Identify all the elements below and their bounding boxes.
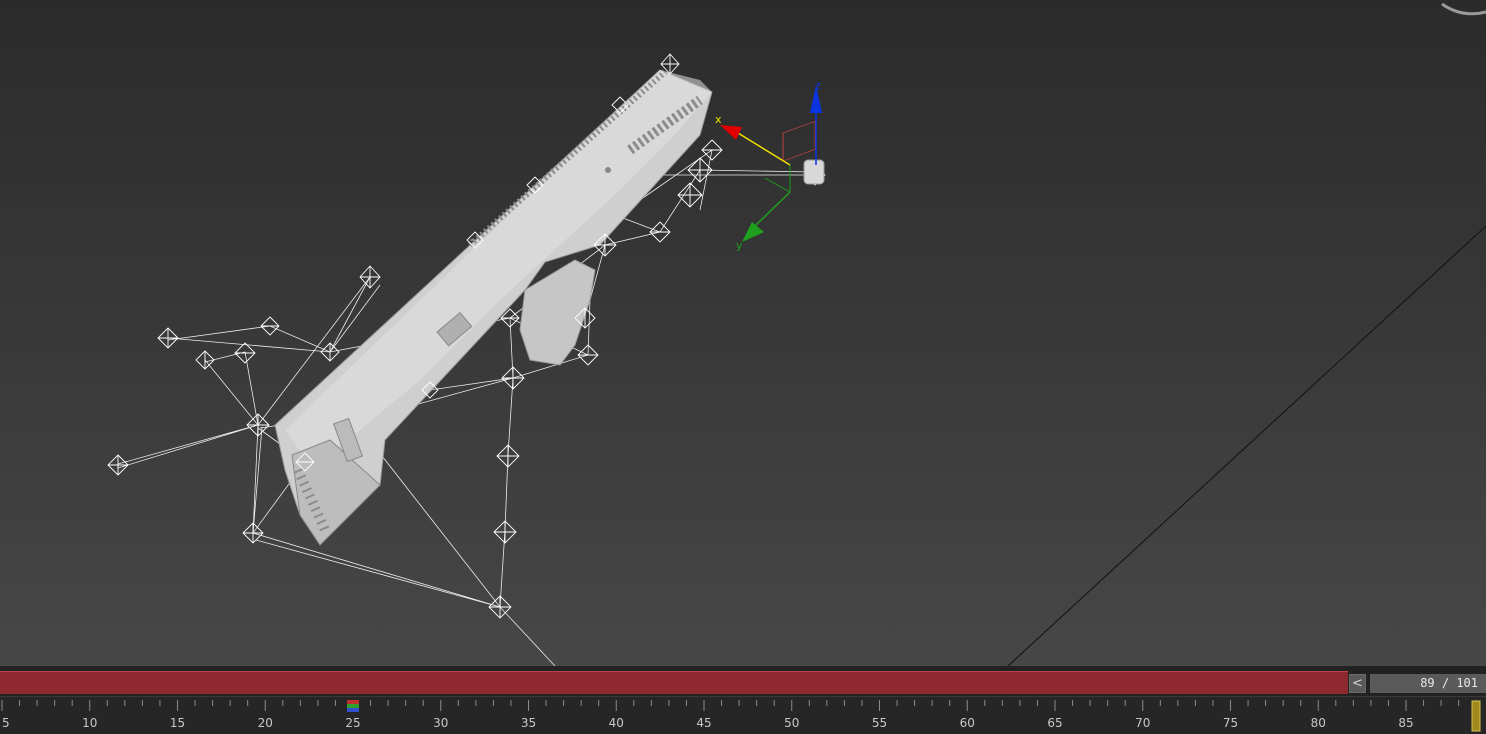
ruler-label: 65 [1047, 716, 1062, 730]
gizmo-y-axis[interactable] [754, 191, 791, 227]
time-slider-track[interactable] [0, 671, 1348, 694]
track-bar[interactable]: 5 10 15 20 25 30 35 40 45 50 55 60 65 70 75 80 85 [0, 696, 1486, 734]
selected-object[interactable] [803, 159, 825, 185]
previous-frame-button[interactable]: < [1349, 674, 1366, 693]
perspective-viewport[interactable]: x y z [0, 0, 1486, 666]
ruler-label: 30 [433, 716, 448, 730]
ruler-label: 35 [521, 716, 536, 730]
rifle-mesh[interactable] [274, 69, 713, 546]
ruler-label: 55 [872, 716, 887, 730]
ruler-label: 80 [1311, 716, 1326, 730]
ruler-label: 10 [82, 716, 97, 730]
gizmo-y-label: y [736, 239, 743, 252]
rig-bone-links [117, 149, 816, 666]
keyframe-marker[interactable] [347, 700, 359, 704]
keyframe-marker[interactable] [347, 704, 359, 708]
viewport-scene[interactable]: x y z [0, 0, 1486, 666]
ruler-label: 20 [258, 716, 273, 730]
keyframe-marker[interactable] [347, 708, 359, 712]
gizmo-x-label: x [715, 113, 722, 126]
ruler-label: 70 [1135, 716, 1150, 730]
home-grid-line [1007, 225, 1486, 666]
ruler-label: 15 [170, 716, 185, 730]
ruler-label: 85 [1398, 716, 1413, 730]
gizmo-x-arrow-icon[interactable] [720, 125, 742, 140]
gizmo-z-label: z [815, 79, 821, 92]
timeline-ruler[interactable]: 5 10 15 20 25 30 35 40 45 50 55 60 65 70 75 80 85 [0, 697, 1486, 734]
gizmo-x-axis[interactable] [737, 132, 791, 166]
frame-counter[interactable]: 89 / 101 [1370, 674, 1486, 693]
gizmo-y-arrow-icon[interactable] [742, 222, 764, 242]
ruler-label: 40 [609, 716, 624, 730]
ruler-label: 75 [1223, 716, 1238, 730]
ruler-label: 25 [345, 716, 360, 730]
viewcube-ring-icon[interactable] [1441, 2, 1486, 16]
playhead-marker[interactable] [1471, 700, 1481, 732]
ruler-label: 5 [2, 716, 10, 730]
time-slider-bar: < 89 / 101 [0, 666, 1486, 696]
ruler-label: 50 [784, 716, 799, 730]
ruler-label: 60 [960, 716, 975, 730]
chevron-left-icon: < [1352, 676, 1363, 691]
ruler-label: 45 [696, 716, 711, 730]
